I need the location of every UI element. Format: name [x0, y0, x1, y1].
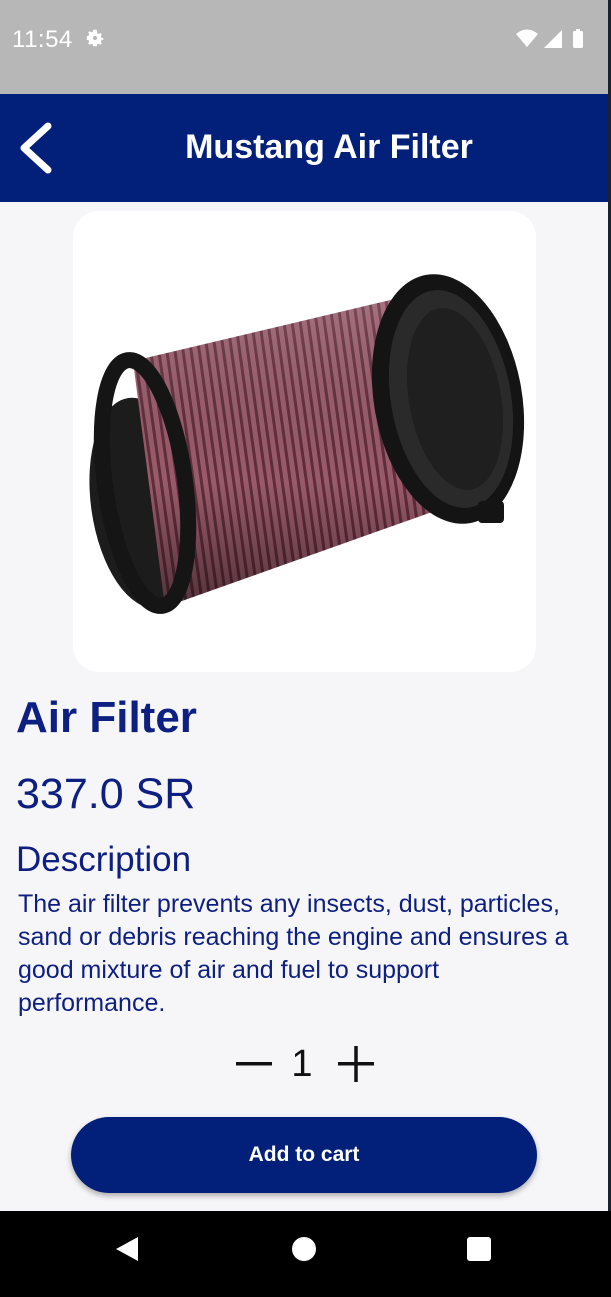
- nav-recents-icon[interactable]: [466, 1236, 492, 1262]
- status-bar: 11:54: [0, 0, 608, 94]
- plus-icon[interactable]: [336, 1044, 376, 1084]
- add-to-cart-button[interactable]: Add to cart: [71, 1117, 537, 1193]
- cellular-signal-icon: [544, 30, 562, 48]
- nav-back-icon[interactable]: [112, 1234, 142, 1264]
- air-filter-image: [89, 274, 525, 614]
- battery-icon: [573, 31, 583, 48]
- status-time: 11:54: [12, 26, 73, 53]
- minus-icon[interactable]: [234, 1044, 274, 1084]
- description-heading: Description: [16, 840, 192, 879]
- settings-gear-icon: [86, 29, 104, 47]
- description-text: The air filter prevents any insects, dus…: [18, 890, 569, 1017]
- nav-home-icon[interactable]: [290, 1235, 318, 1263]
- phone-screen: 11:54 Mustang Air Filter Air Filter 337.…: [0, 0, 608, 1297]
- wifi-icon: [516, 29, 538, 47]
- quantity-value: 1: [291, 1043, 313, 1085]
- product-image-card: [73, 211, 536, 672]
- system-nav-bar: [0, 1211, 611, 1297]
- page-title: Mustang Air Filter: [185, 128, 473, 166]
- app-bar: Mustang Air Filter: [0, 94, 608, 202]
- product-name: Air Filter: [16, 693, 197, 742]
- status-icons: [516, 29, 583, 48]
- product-price: 337.0 SR: [16, 770, 196, 818]
